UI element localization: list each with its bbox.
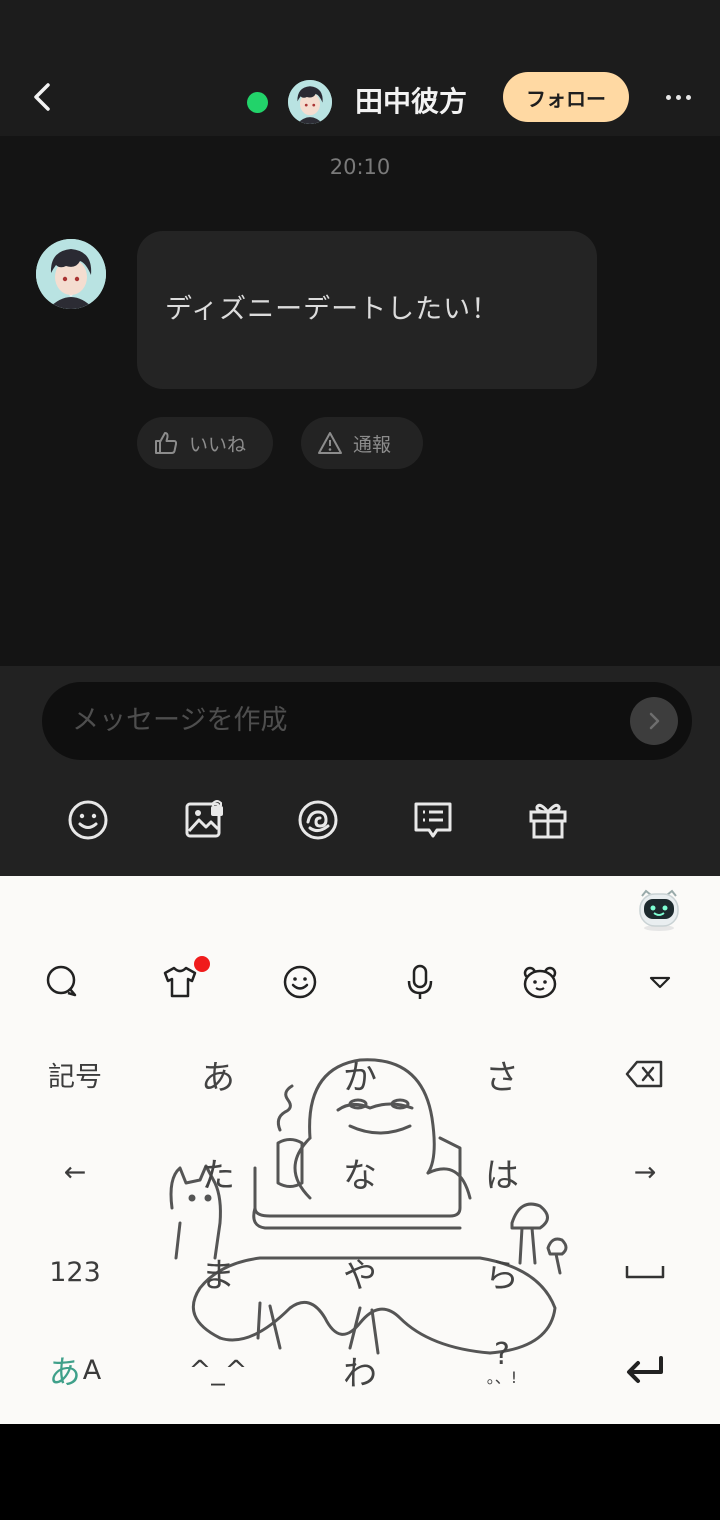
triangle-down-icon [649,976,671,989]
key-ya[interactable]: や [300,1242,420,1302]
template-message-button[interactable] [409,796,457,844]
backspace-icon [625,1060,663,1088]
punctuation-question: ? [494,1337,510,1372]
chat-partner-name[interactable]: 田中彼方 [355,82,467,122]
bear-face-icon [523,966,557,999]
enter-icon [627,1356,663,1383]
key-numbers[interactable]: 123 [15,1242,135,1302]
image-lock-icon [185,800,223,838]
soft-keyboard: 記号 あ か さ ← た な は → 123 ま や ら あA ^_^ わ ? … [0,876,720,1424]
space-icon [625,1266,665,1279]
sender-avatar[interactable] [36,239,106,309]
message-list-icon [414,802,452,838]
like-button[interactable]: いいね [137,417,273,469]
composer-bar: メッセージを作成 [0,666,720,876]
back-button[interactable] [22,74,62,120]
message-input-placeholder: メッセージを作成 [72,705,288,736]
key-na[interactable]: な [300,1142,420,1202]
key-backspace[interactable] [585,1044,705,1104]
gift-button[interactable] [524,796,572,844]
keyboard-theme-button[interactable] [160,962,200,1002]
voice-input-button[interactable] [400,962,440,1002]
smile-icon [68,800,108,840]
key-wa[interactable]: わ [300,1340,420,1400]
report-button[interactable]: 通報 [301,417,423,469]
warning-icon [318,432,342,454]
keyboard-assistant-icon[interactable] [636,888,682,932]
key-ha[interactable]: は [442,1142,562,1202]
more-options-button[interactable] [656,82,700,112]
key-ma[interactable]: ま [158,1242,278,1302]
input-mode-kana: あ [48,1353,81,1391]
message-text: ディズニーデートしたい！ [165,294,500,325]
key-ta[interactable]: た [158,1142,278,1202]
message-timestamp: 20:10 [329,155,391,179]
keyboard-emoji-button[interactable] [280,962,320,1002]
key-space[interactable] [585,1242,705,1302]
sticker-icon [298,800,338,840]
like-label: いいね [189,433,247,456]
key-enter[interactable] [585,1340,705,1400]
punctuation-marks: 。、! [486,1368,518,1387]
notification-dot [194,956,210,972]
chat-bubble-search-icon [46,965,77,997]
key-input-mode[interactable]: あA [15,1340,135,1400]
key-ra[interactable]: ら [442,1242,562,1302]
kaomoji-button[interactable] [520,962,560,1002]
key-cursor-right[interactable]: → [585,1142,705,1202]
follow-button[interactable]: フォロー [503,72,629,122]
smile-icon [283,965,317,999]
key-punctuation[interactable]: ? 。、! [442,1334,562,1394]
image-button[interactable] [180,796,228,844]
input-mode-alpha: A [82,1354,102,1386]
system-navigation-bar [0,1424,720,1520]
microphone-icon [407,964,433,999]
keyboard-search-button[interactable] [42,962,82,1002]
key-a[interactable]: あ [158,1044,278,1104]
chevron-right-icon [649,712,660,730]
sticker-button[interactable] [294,796,342,844]
online-status-dot [247,92,268,113]
key-emoticon[interactable]: ^_^ [158,1340,278,1400]
avatar-image [36,239,106,309]
avatar[interactable] [288,80,332,124]
more-dot-icon [665,94,671,100]
chevron-left-icon [34,83,50,111]
avatar-image [288,80,332,124]
emoji-button[interactable] [64,796,112,844]
thumbs-up-icon [155,432,178,454]
key-ka[interactable]: か [300,1044,420,1104]
gift-icon [529,803,567,839]
message-input[interactable]: メッセージを作成 [42,682,692,760]
key-cursor-left[interactable]: ← [15,1142,135,1202]
key-sa[interactable]: さ [442,1044,562,1104]
hide-keyboard-button[interactable] [640,962,680,1002]
send-button[interactable] [630,697,678,745]
more-dot-icon [685,94,691,100]
report-label: 通報 [353,433,392,456]
key-symbols[interactable]: 記号 [15,1044,135,1104]
more-dot-icon [675,94,681,100]
message-bubble[interactable]: ディズニーデートしたい！ [137,231,597,389]
chat-header: 田中彼方 フォロー [0,0,720,136]
tshirt-icon [163,966,197,998]
